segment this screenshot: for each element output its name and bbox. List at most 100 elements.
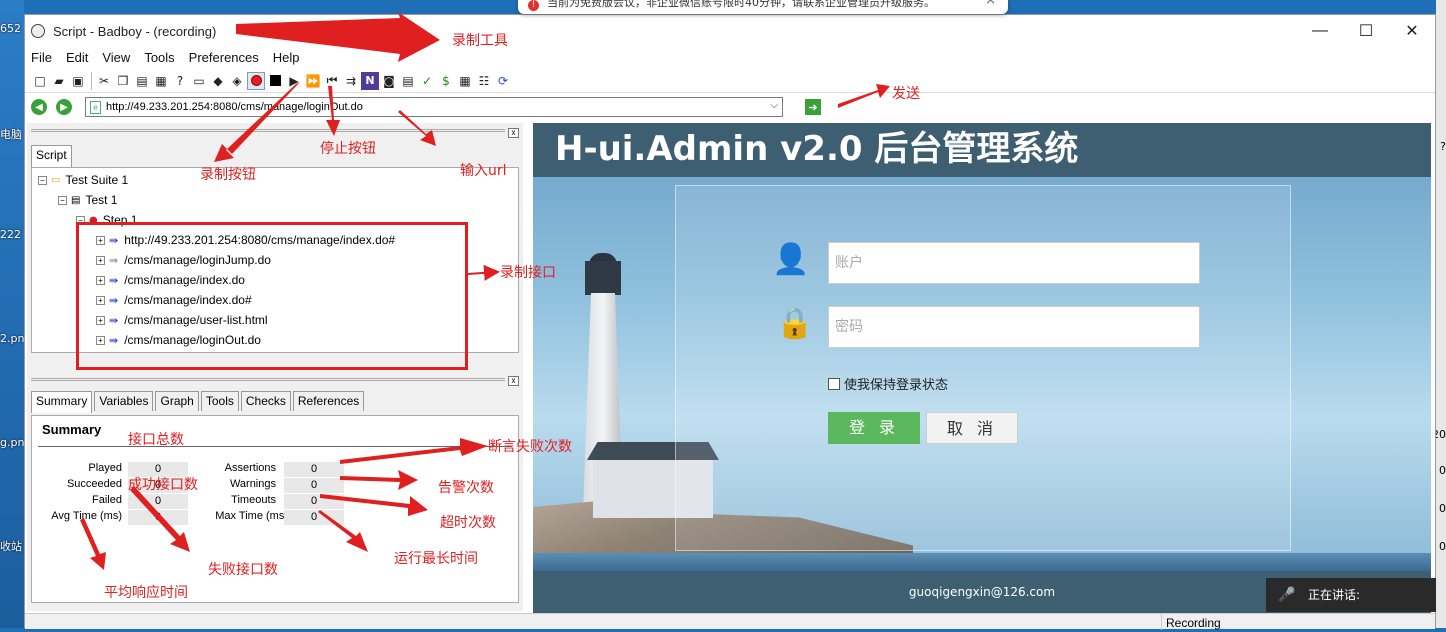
go-button[interactable]: ➔ bbox=[805, 99, 821, 115]
tab-summary[interactable]: Summary bbox=[31, 391, 93, 413]
annotation-record-api: 录制接口 bbox=[500, 265, 556, 281]
summary-tabs: Summary Variables Graph Tools Checks Ref… bbox=[31, 391, 366, 413]
max-time-label: Max Time (ms) bbox=[215, 510, 288, 522]
checkbox-box[interactable] bbox=[828, 377, 840, 390]
annotation-stop-button: 停止按钮 bbox=[320, 141, 376, 157]
pane-grip bbox=[31, 378, 505, 381]
step-icon[interactable]: ⇉ bbox=[342, 72, 360, 90]
remember-checkbox[interactable]: 使我保持登录状态 bbox=[828, 374, 948, 393]
page-header: H-ui.Admin v2.0 后台管理系统 bbox=[533, 123, 1431, 177]
meeting-notice: ! 当前为免费版会议，非企业微信账号限时40分钟，请联系企业管理员升级服务。 × bbox=[518, 0, 1008, 14]
forward-button[interactable]: ▶ bbox=[56, 99, 72, 115]
url-value: http://49.233.201.254:8080/cms/manage/lo… bbox=[106, 101, 363, 113]
annotation-record-button: 录制按钮 bbox=[200, 167, 256, 183]
annotation-api-total: 接口总数 bbox=[128, 432, 184, 448]
desktop-right-strip: ? 20 0 0 0 bbox=[1432, 0, 1446, 628]
summary-divider bbox=[38, 446, 512, 447]
page-icon: e bbox=[90, 100, 101, 114]
refresh-icon[interactable]: ⟳ bbox=[494, 72, 512, 90]
desktop-label: 0 bbox=[1439, 540, 1446, 553]
warnings-label: Warnings bbox=[229, 478, 276, 490]
play-icon[interactable]: ▶ bbox=[285, 72, 303, 90]
minimize-button[interactable]: — bbox=[1297, 15, 1343, 47]
menu-view[interactable]: View bbox=[102, 50, 130, 65]
desktop-label: 电脑 bbox=[0, 128, 22, 141]
tab-variables[interactable]: Variables bbox=[94, 391, 154, 411]
annotation-timeout-count: 超时次数 bbox=[440, 515, 496, 531]
paste-icon[interactable]: ▤ bbox=[133, 72, 151, 90]
desktop-label: 222 bbox=[0, 228, 21, 241]
help-icon[interactable]: ? bbox=[171, 72, 189, 90]
annotation-record-tool: 录制工具 bbox=[452, 33, 508, 49]
assertion-icon[interactable]: ✓ bbox=[418, 72, 436, 90]
account-input[interactable]: 账户 bbox=[828, 242, 1200, 284]
failed-label: Failed bbox=[92, 494, 122, 506]
menu-preferences[interactable]: Preferences bbox=[189, 50, 259, 65]
screenshot-icon[interactable]: ◙ bbox=[380, 72, 398, 90]
menu-file[interactable]: File bbox=[31, 50, 52, 65]
annotation-avg-time: 平均响应时间 bbox=[104, 585, 188, 601]
lighthouse-lantern bbox=[585, 261, 621, 295]
save-icon[interactable]: ▣ bbox=[69, 72, 87, 90]
close-icon[interactable]: x bbox=[508, 376, 519, 386]
close-icon[interactable]: x bbox=[508, 128, 519, 138]
play-all-icon[interactable]: ⏩ bbox=[304, 72, 322, 90]
menu-edit[interactable]: Edit bbox=[66, 50, 88, 65]
variable-icon[interactable]: $ bbox=[437, 72, 455, 90]
back-button[interactable]: ◀ bbox=[31, 99, 47, 115]
tab-script[interactable]: Script bbox=[31, 145, 72, 167]
tab-graph[interactable]: Graph bbox=[155, 391, 199, 411]
badboy-app-icon bbox=[31, 24, 45, 38]
menu-help[interactable]: Help bbox=[273, 50, 300, 65]
desktop-label: 收站 bbox=[0, 540, 22, 553]
speaking-indicator: 🎤 正在讲话: bbox=[1266, 578, 1436, 612]
table-icon[interactable]: ▦ bbox=[456, 72, 474, 90]
menu-tools[interactable]: Tools bbox=[144, 50, 174, 65]
close-button[interactable]: ✕ bbox=[1389, 15, 1435, 47]
stop-button[interactable] bbox=[266, 72, 284, 90]
annotation-send: 发送 bbox=[892, 86, 920, 102]
warnings-value: 0 bbox=[284, 478, 344, 493]
stop-icon bbox=[269, 75, 281, 86]
add-suite-icon[interactable]: ▭ bbox=[190, 72, 208, 90]
maximize-button[interactable]: ☐ bbox=[1343, 15, 1389, 47]
sea-image bbox=[533, 553, 1431, 571]
status-bar: Recording bbox=[25, 613, 1435, 630]
password-input[interactable]: 密码 bbox=[828, 306, 1200, 348]
collapse-icon[interactable]: − bbox=[58, 195, 67, 205]
pane-grip bbox=[31, 129, 505, 132]
rewind-icon[interactable]: ⏮ bbox=[323, 72, 341, 90]
add-test-icon[interactable]: ◆ bbox=[209, 72, 227, 90]
tab-references[interactable]: References bbox=[292, 391, 365, 411]
chevron-down-icon[interactable]: ⌵ bbox=[770, 100, 778, 111]
tree-icon[interactable]: ☷ bbox=[475, 72, 493, 90]
login-button[interactable]: 登录 bbox=[828, 412, 920, 444]
tree-suite[interactable]: − ▭ Test Suite 1 bbox=[38, 171, 128, 189]
suite-label: Test Suite 1 bbox=[65, 173, 129, 187]
print-icon[interactable]: ▦ bbox=[152, 72, 170, 90]
close-icon[interactable]: × bbox=[985, 0, 996, 7]
test-icon: ▤ bbox=[71, 194, 81, 206]
cut-icon[interactable]: ✂ bbox=[95, 72, 113, 90]
script-tabs: Script bbox=[31, 145, 74, 167]
add-step-icon[interactable]: ◈ bbox=[228, 72, 246, 90]
notice-text: 当前为免费版会议，非企业微信账号限时40分钟，请联系企业管理员升级服务。 bbox=[547, 0, 935, 9]
record-button[interactable] bbox=[247, 71, 265, 90]
copy-icon[interactable]: ❐ bbox=[114, 72, 132, 90]
title-bar: Script - Badboy - (recording) bbox=[25, 15, 1435, 47]
annotation-fail-api: 失败接口数 bbox=[208, 562, 278, 578]
collapse-icon[interactable]: − bbox=[38, 175, 47, 185]
url-input[interactable]: e http://49.233.201.254:8080/cms/manage/… bbox=[85, 97, 783, 117]
folder-icon: ▭ bbox=[51, 174, 61, 186]
cancel-button[interactable]: 取消 bbox=[926, 412, 1018, 444]
tab-tools[interactable]: Tools bbox=[200, 391, 239, 411]
new-icon[interactable]: □ bbox=[31, 72, 49, 90]
avg-time-label: Avg Time (ms) bbox=[51, 510, 122, 522]
desktop-label: g.pn bbox=[0, 436, 25, 449]
tree-test[interactable]: − ▤ Test 1 bbox=[58, 191, 117, 209]
tab-checks[interactable]: Checks bbox=[240, 391, 291, 411]
report-icon[interactable]: ▤ bbox=[399, 72, 417, 90]
warning-icon: ! bbox=[528, 0, 539, 11]
navigation-icon[interactable]: N bbox=[361, 71, 379, 90]
open-icon[interactable]: ▰ bbox=[50, 72, 68, 90]
